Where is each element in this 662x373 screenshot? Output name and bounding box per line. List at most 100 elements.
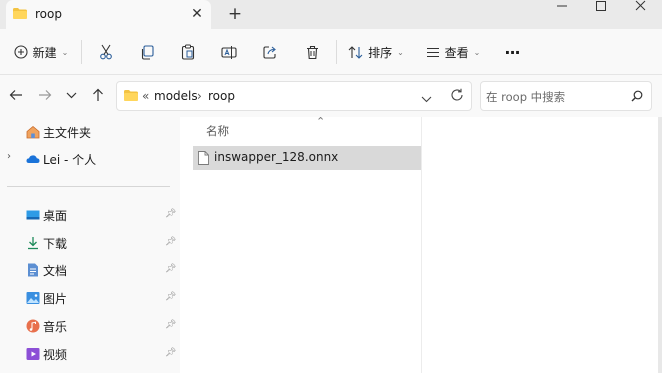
sort-icon <box>348 45 363 59</box>
sort-button[interactable]: 排序 ⌄ <box>345 29 407 75</box>
close-window-button[interactable] <box>621 0 661 16</box>
music-icon <box>26 319 40 333</box>
scrollbar-track[interactable] <box>658 117 662 373</box>
column-divider[interactable] <box>421 117 422 373</box>
column-header-name[interactable]: 名称 <box>206 123 229 139</box>
sidebar-item-desktop[interactable]: 桌面 📌︎ <box>0 203 180 227</box>
minimize-button[interactable] <box>543 0 583 16</box>
sort-ascending-icon: ⌃ <box>316 115 326 128</box>
close-icon <box>635 0 646 11</box>
chevron-down-icon: ⌄ <box>473 47 481 57</box>
view-button[interactable]: 查看 ⌄ <box>422 29 484 75</box>
paste-icon <box>181 44 195 60</box>
arrow-up-icon <box>93 88 103 101</box>
sidebar-item-documents[interactable]: 文档 📌︎ <box>0 258 180 282</box>
pictures-icon <box>26 292 40 304</box>
up-button[interactable] <box>86 83 110 107</box>
view-label: 查看 <box>444 45 469 60</box>
onedrive-cloud-icon <box>26 155 40 163</box>
arrow-left-icon <box>9 90 22 100</box>
folder-icon <box>124 90 138 101</box>
paste-button[interactable] <box>176 29 200 75</box>
pin-icon: 📌︎ <box>165 237 177 247</box>
sidebar-item-music[interactable]: 音乐 📌︎ <box>0 314 180 338</box>
cut-button[interactable] <box>94 29 118 75</box>
sidebar-item-label: Lei - 个人 <box>43 153 97 167</box>
sidebar-item-videos[interactable]: 视频 📌︎ <box>0 342 180 366</box>
desktop-icon <box>26 210 40 220</box>
file-row[interactable]: inswapper_128.onnx <box>193 146 421 170</box>
view-list-icon <box>426 47 439 57</box>
pin-icon: 📌︎ <box>165 209 177 219</box>
file-name: inswapper_128.onnx <box>214 150 339 164</box>
close-tab-icon[interactable]: ✕ <box>187 4 207 24</box>
new-label: 新建 <box>32 45 57 60</box>
arrow-right-icon <box>39 90 52 100</box>
chevron-right-icon[interactable]: › <box>7 151 11 162</box>
file-icon <box>198 151 209 165</box>
breadcrumb-roop[interactable]: roop <box>208 89 235 103</box>
refresh-button[interactable] <box>450 88 464 105</box>
documents-icon <box>28 263 38 277</box>
sidebar-item-onedrive[interactable]: › Lei - 个人 <box>0 147 180 171</box>
file-list: ⌃ 名称 inswapper_128.onnx <box>180 115 662 373</box>
pin-icon: 📌︎ <box>165 264 177 274</box>
address-row: « models › roop 在 roop 中搜索 <box>0 75 662 117</box>
sidebar-item-label: 下载 <box>43 237 68 251</box>
sidebar-item-label: 主文件夹 <box>43 126 92 140</box>
sort-label: 排序 <box>368 45 393 60</box>
tab-roop[interactable]: roop ✕ <box>6 0 211 29</box>
sidebar-item-label: 音乐 <box>43 320 68 334</box>
divider <box>81 40 82 64</box>
sidebar-item-downloads[interactable]: 下载 📌︎ <box>0 231 180 255</box>
sidebar-item-pictures[interactable]: 图片 📌︎ <box>0 286 180 310</box>
home-icon <box>26 125 40 139</box>
title-bar: roop ✕ + <box>0 0 662 29</box>
pin-icon: 📌︎ <box>165 292 177 302</box>
address-history-button[interactable] <box>421 92 432 106</box>
search-input[interactable]: 在 roop 中搜索 <box>486 89 565 105</box>
more-options-button[interactable]: ··· <box>498 29 526 75</box>
chevron-down-icon <box>421 96 432 103</box>
share-button[interactable] <box>258 29 282 75</box>
chevron-down-icon: ⌄ <box>61 47 69 57</box>
videos-icon <box>26 348 40 360</box>
rename-icon <box>221 45 237 59</box>
pin-icon: 📌︎ <box>165 320 177 330</box>
forward-button[interactable] <box>33 83 57 107</box>
sidebar-item-label: 桌面 <box>43 209 68 223</box>
command-bar: 新建 ⌄ 排序 ⌄ 查看 ⌄ ··· <box>0 29 662 75</box>
download-icon <box>28 237 38 250</box>
back-button[interactable] <box>4 83 28 107</box>
chevron-right-icon: › <box>197 89 202 103</box>
tab-title: roop <box>35 7 62 21</box>
breadcrumb-models[interactable]: models <box>154 89 198 103</box>
chevron-down-icon <box>66 92 76 98</box>
pin-icon: 📌︎ <box>165 348 177 358</box>
search-icon[interactable] <box>631 90 643 102</box>
recent-locations-button[interactable] <box>59 83 83 107</box>
sidebar-item-label: 视频 <box>43 348 68 362</box>
sidebar-item-label: 图片 <box>43 292 68 306</box>
new-tab-button[interactable]: + <box>225 4 245 24</box>
divider <box>7 186 170 187</box>
address-bar[interactable]: « models › roop <box>116 81 472 111</box>
search-box[interactable]: 在 roop 中搜索 <box>480 81 652 111</box>
share-icon <box>262 46 276 59</box>
plus-circle-icon <box>14 45 28 59</box>
folder-icon <box>13 8 27 19</box>
minimize-icon <box>557 5 567 7</box>
chevron-down-icon: ⌄ <box>397 47 404 57</box>
overflow-crumb[interactable]: « <box>142 89 149 103</box>
rename-button[interactable] <box>217 29 241 75</box>
new-button[interactable]: 新建 ⌄ <box>10 29 72 75</box>
copy-button[interactable] <box>135 29 159 75</box>
divider <box>336 40 337 64</box>
refresh-icon <box>451 88 463 101</box>
maximize-button[interactable] <box>582 0 622 16</box>
navigation-pane: 主文件夹 › Lei - 个人 桌面 📌︎ 下载 📌︎ 文档 📌︎ 图片 📌︎ … <box>0 117 180 373</box>
delete-button[interactable] <box>300 29 324 75</box>
copy-icon <box>141 44 154 60</box>
sidebar-item-label: 文档 <box>43 264 68 278</box>
sidebar-item-home[interactable]: 主文件夹 <box>0 120 180 144</box>
